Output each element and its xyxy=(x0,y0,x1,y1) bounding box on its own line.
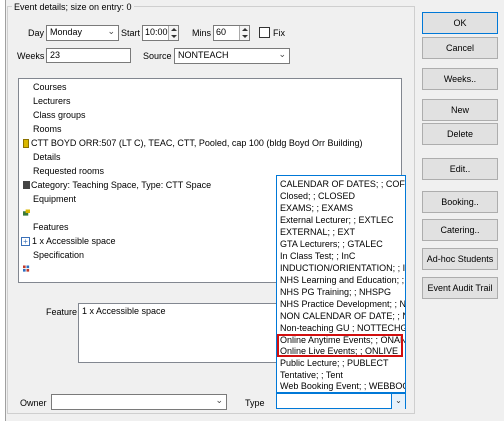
window-edge xyxy=(0,0,6,421)
weeks-input[interactable]: 23 xyxy=(46,48,131,63)
chevron-down-icon[interactable]: ⌄ xyxy=(391,394,405,409)
feature-value[interactable]: 1 x Accessible space xyxy=(82,306,284,316)
start-label: Start xyxy=(121,28,141,38)
type-option[interactable]: INDUCTION/ORIENTATION; ; INDU xyxy=(280,263,405,274)
type-option[interactable]: Tentative; ; Tent xyxy=(280,370,343,381)
tree-item-features[interactable]: Features xyxy=(33,222,69,232)
edit-button[interactable]: Edit.. xyxy=(422,158,498,180)
tree-item-rooms[interactable]: Rooms xyxy=(33,124,62,134)
feature-list[interactable]: 1 x Accessible space xyxy=(78,303,288,363)
source-value: NONTEACH xyxy=(178,50,229,60)
book-icon xyxy=(23,181,30,189)
type-select[interactable]: ⌄ xyxy=(276,393,406,409)
fix-checkbox[interactable] xyxy=(259,27,270,38)
weeks-button[interactable]: Weeks.. xyxy=(422,68,498,90)
highlight-box xyxy=(277,334,403,357)
source-select[interactable]: NONTEACH ⌄ xyxy=(174,48,290,64)
type-option[interactable]: Non-teaching GU ; NOTTECHGU xyxy=(280,323,405,334)
mins-label: Mins xyxy=(192,28,212,38)
fix-label: Fix xyxy=(273,28,285,38)
type-option[interactable]: Web Booking Event; ; WEBBOOK xyxy=(280,381,405,392)
type-option[interactable]: NHS Learning and Education; ; NHS xyxy=(280,275,405,286)
group-title: Event details; size on entry: 0 xyxy=(12,2,134,12)
type-label: Type xyxy=(245,398,265,408)
tree-item-specification[interactable]: Specification xyxy=(33,250,84,260)
weeks-label: Weeks xyxy=(17,51,45,61)
type-option[interactable]: GTA Lecturers; ; GTALEC xyxy=(280,239,383,250)
mins-spinner[interactable]: 60 xyxy=(213,25,250,41)
type-option[interactable]: EXAMS; ; EXAMS xyxy=(280,203,353,214)
tree-item-courses[interactable]: Courses xyxy=(33,82,67,92)
day-label: Day xyxy=(28,28,45,38)
feature-label: Feature xyxy=(46,307,78,317)
chevron-down-icon: ⌄ xyxy=(215,395,223,405)
type-option[interactable]: Public Lecture; ; PUBLECT xyxy=(280,358,389,369)
type-option[interactable]: NHS Practice Development; ; NHSI xyxy=(280,299,405,310)
tree-item-lecturers[interactable]: Lecturers xyxy=(33,96,71,106)
start-spinner[interactable]: 10:00 xyxy=(142,25,179,41)
type-option[interactable]: CALENDAR OF DATES; ; COFD xyxy=(280,179,405,190)
tree-item-requested-rooms[interactable]: Requested rooms xyxy=(33,166,104,176)
type-dropdown-list[interactable]: CALENDAR OF DATES; ; COFD Closed; ; CLOS… xyxy=(276,175,406,393)
chevron-down-icon: ⌄ xyxy=(278,49,286,59)
type-option[interactable]: NHS PG Training; ; NHSPG xyxy=(280,287,391,298)
tree-item-details[interactable]: Details xyxy=(33,152,61,162)
start-spin-buttons[interactable] xyxy=(168,26,178,40)
tree-item-equipment[interactable]: Equipment xyxy=(33,194,76,204)
event-audit-trail-button[interactable]: Event Audit Trail xyxy=(422,277,498,299)
equipment-icon xyxy=(23,209,30,216)
mins-value: 60 xyxy=(216,27,227,37)
tree-item-accessible-space[interactable]: 1 x Accessible space xyxy=(32,236,116,246)
day-value: Monday xyxy=(50,27,83,37)
cancel-button[interactable]: Cancel xyxy=(422,37,498,59)
type-option[interactable]: NON CALENDAR OF DATE; ; NCO xyxy=(280,311,405,322)
delete-button[interactable]: Delete xyxy=(422,123,498,145)
tree-item-category[interactable]: Category: Teaching Space, Type: CTT Spac… xyxy=(31,180,211,190)
source-label: Source xyxy=(143,51,172,61)
ok-button[interactable]: OK xyxy=(422,12,498,34)
booking-button[interactable]: Booking.. xyxy=(422,191,498,213)
tree-item-class-groups[interactable]: Class groups xyxy=(33,110,86,120)
tree-item-room-entry[interactable]: CTT BOYD ORR:507 (LT C), TEAC, CTT, Pool… xyxy=(31,138,362,148)
new-button[interactable]: New xyxy=(422,99,498,121)
chevron-down-icon: ⌄ xyxy=(107,26,115,36)
start-value: 10:00 xyxy=(145,27,168,37)
key-icon xyxy=(23,139,29,148)
adhoc-students-button[interactable]: Ad-hoc Students xyxy=(422,248,498,270)
type-option[interactable]: External Lecturer; ; EXTLEC xyxy=(280,215,394,226)
catering-button[interactable]: Catering.. xyxy=(422,219,498,241)
owner-label: Owner xyxy=(20,398,47,408)
type-option[interactable]: In Class Test; ; InC xyxy=(280,251,355,262)
type-option[interactable]: Closed; ; CLOSED xyxy=(280,191,355,202)
owner-select[interactable]: ⌄ xyxy=(51,394,227,410)
mins-spin-buttons[interactable] xyxy=(239,26,249,40)
day-select[interactable]: Monday ⌄ xyxy=(46,25,119,41)
type-option[interactable]: EXTERNAL; ; EXT xyxy=(280,227,355,238)
specification-icon xyxy=(23,265,30,272)
expand-icon[interactable]: + xyxy=(21,237,30,246)
